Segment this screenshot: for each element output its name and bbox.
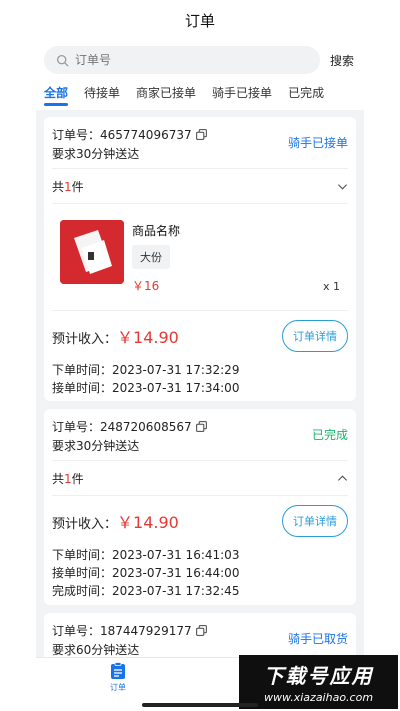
- order-list-icon: [111, 662, 125, 679]
- item-count: 共1件: [52, 470, 84, 487]
- chevron-down-icon[interactable]: [337, 181, 348, 192]
- app-screen: 订单 搜索 全部 待接单 商家已接单 骑手已接单 已完成 订单号：4657740…: [36, 0, 364, 711]
- home-indicator[interactable]: [142, 703, 258, 707]
- product-quantity: x 1: [322, 280, 340, 293]
- search-button[interactable]: 搜索: [330, 52, 354, 69]
- search-box[interactable]: [44, 46, 320, 74]
- income-label: 预计收入：: [52, 332, 118, 347]
- product-image-graphic: [60, 220, 124, 284]
- count-suffix: 件: [71, 179, 84, 194]
- tab-rider-accepted[interactable]: 骑手已接单: [212, 80, 272, 106]
- watermark-url: www.xiazaihao.com: [263, 691, 374, 704]
- order-number: 订单号：465774096737: [52, 127, 192, 142]
- status-badge: 骑手已取货: [287, 632, 348, 646]
- status-badge: 已完成: [311, 428, 348, 442]
- count-prefix: 共: [52, 471, 65, 486]
- status-tabs: 全部 待接单 商家已接单 骑手已接单 已完成: [36, 80, 364, 110]
- item-count-row[interactable]: 共1件: [52, 169, 348, 203]
- tab-merchant-accepted[interactable]: 商家已接单: [136, 80, 196, 106]
- count-suffix: 件: [71, 471, 84, 486]
- tab-pending[interactable]: 待接单: [84, 80, 120, 106]
- order-detail-button[interactable]: 订单详情: [282, 320, 348, 352]
- income-value: ￥14.90: [117, 513, 179, 532]
- copy-icon[interactable]: [195, 420, 207, 432]
- time-list: 下单时间：2023-07-31 17:32:29 接单时间：2023-07-31…: [52, 361, 348, 397]
- tab-all[interactable]: 全部: [44, 80, 69, 106]
- order-time: 下单时间：2023-07-31 17:32:29: [52, 363, 240, 377]
- order-time: 下单时间：2023-07-31 16:41:03: [52, 548, 240, 562]
- accept-time: 接单时间：2023-07-31 17:34:00: [52, 381, 240, 395]
- tab-completed[interactable]: 已完成: [288, 80, 324, 106]
- order-header: 订单号：465774096737 要求30分钟送达 骑手已接单: [52, 117, 348, 168]
- search-input[interactable]: [75, 53, 275, 67]
- nav-label-orders: 订单: [110, 683, 126, 692]
- income-label: 预计收入：: [52, 517, 118, 532]
- product-price: ￥16: [132, 279, 160, 293]
- income-row: 预计收入：￥14.90 订单详情: [52, 496, 348, 546]
- income: 预计收入：￥14.90: [52, 509, 179, 533]
- order-detail-button[interactable]: 订单详情: [282, 505, 348, 537]
- count-prefix: 共: [52, 179, 65, 194]
- nav-item-orders[interactable]: 订单: [108, 662, 128, 693]
- count-number: 1: [64, 179, 72, 194]
- order-header: 订单号：248720608567 要求30分钟送达 已完成: [52, 409, 348, 460]
- item-count-row[interactable]: 共1件: [52, 461, 348, 495]
- page-title: 订单: [184, 11, 215, 30]
- product-spec: 大份: [132, 245, 170, 269]
- count-number: 1: [64, 471, 72, 486]
- copy-icon[interactable]: [195, 624, 207, 636]
- product-image: [60, 220, 124, 284]
- income: 预计收入：￥14.90: [52, 324, 179, 348]
- income-row: 预计收入：￥14.90 订单详情: [52, 311, 348, 361]
- order-card: 订单号：465774096737 要求30分钟送达 骑手已接单 共1件 商品名称: [44, 117, 356, 401]
- order-number: 订单号：187447929177: [52, 623, 192, 638]
- income-value: ￥14.90: [117, 328, 179, 347]
- search-row: 搜索: [36, 40, 364, 80]
- product-item[interactable]: 商品名称 大份 ￥16 x 1: [52, 204, 348, 310]
- top-bar: 订单: [36, 0, 364, 40]
- product-name: 商品名称: [132, 224, 181, 238]
- chevron-up-icon[interactable]: [337, 473, 348, 484]
- search-icon: [56, 54, 69, 66]
- watermark-logo: 下载号应用 www.xiazaihao.com: [239, 655, 398, 709]
- status-badge: 骑手已接单: [287, 136, 348, 150]
- complete-time: 完成时间：2023-07-31 17:32:45: [52, 584, 240, 598]
- order-card: 订单号：248720608567 要求30分钟送达 已完成 共1件 预计收入：￥…: [44, 409, 356, 605]
- item-count: 共1件: [52, 178, 84, 195]
- watermark-title: 下载号应用: [263, 664, 374, 688]
- delivery-requirement: 要求30分钟送达: [52, 439, 140, 453]
- accept-time: 接单时间：2023-07-31 16:44:00: [52, 566, 240, 580]
- time-list: 下单时间：2023-07-31 16:41:03 接单时间：2023-07-31…: [52, 546, 348, 600]
- order-number-row: 订单号：248720608567: [52, 418, 348, 434]
- copy-icon[interactable]: [195, 128, 207, 140]
- order-number: 订单号：248720608567: [52, 419, 192, 434]
